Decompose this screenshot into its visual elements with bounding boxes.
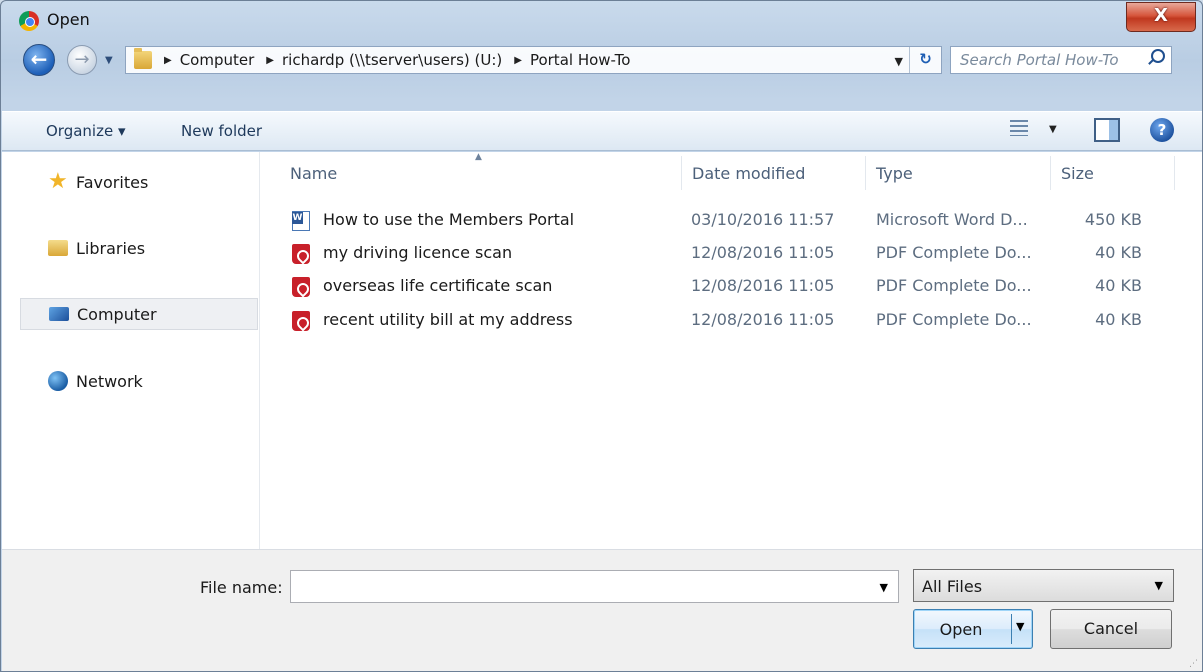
- sidebar-item-label: Libraries: [76, 238, 146, 258]
- column-header-type[interactable]: Type: [876, 164, 913, 183]
- column-divider[interactable]: [1174, 156, 1175, 190]
- file-name: overseas life certificate scan: [323, 276, 553, 295]
- file-type: PDF Complete Do...: [876, 276, 1032, 295]
- address-bar[interactable]: ▶ Computer ▶ richardp (\\tserver\users) …: [125, 46, 942, 74]
- breadcrumb-computer[interactable]: Computer: [180, 51, 255, 69]
- back-button[interactable]: ←: [23, 44, 55, 76]
- dialog-title: Open: [47, 10, 90, 29]
- file-date: 12/08/2016 11:05: [691, 310, 835, 329]
- network-icon: [48, 371, 68, 391]
- view-options-dropdown-icon[interactable]: ▼: [1049, 124, 1057, 135]
- column-header-name[interactable]: Name: [290, 164, 337, 183]
- column-divider[interactable]: [865, 156, 866, 190]
- main-area: ★ Favorites Libraries Computer Network ▲…: [2, 152, 1202, 549]
- pdf-document-icon: [292, 277, 310, 297]
- breadcrumb-separator-icon[interactable]: ▶: [266, 55, 274, 66]
- file-type: PDF Complete Do...: [876, 310, 1032, 329]
- file-size: 450 KB: [1084, 210, 1142, 229]
- search-icon[interactable]: [1151, 49, 1165, 63]
- open-options-dropdown-icon[interactable]: ▼: [1016, 620, 1024, 633]
- file-name: recent utility bill at my address: [323, 310, 573, 329]
- open-dialog: Open X ← → ▼ ▶ Computer ▶ richardp (\\ts…: [0, 0, 1203, 672]
- sidebar-item-network[interactable]: Network: [20, 365, 258, 397]
- file-size: 40 KB: [1095, 243, 1142, 262]
- word-document-icon: [292, 211, 310, 231]
- sidebar-item-libraries[interactable]: Libraries: [20, 232, 258, 264]
- preview-pane-icon[interactable]: [1094, 118, 1120, 142]
- folder-icon: [134, 48, 152, 69]
- file-date: 12/08/2016 11:05: [691, 276, 835, 295]
- file-row[interactable]: recent utility bill at my address 12/08/…: [292, 306, 1172, 336]
- split-divider: [1011, 614, 1012, 644]
- file-name-panel: File name: ▼ All Files ▼ Open ▼ Cancel ⋰: [2, 549, 1202, 671]
- address-row: ← → ▼ ▶ Computer ▶ richardp (\\tserver\u…: [1, 41, 1202, 77]
- file-name-input[interactable]: ▼: [290, 570, 899, 603]
- close-button[interactable]: X: [1126, 2, 1196, 32]
- breadcrumb-separator-icon[interactable]: ▶: [164, 55, 172, 66]
- computer-icon: [49, 307, 69, 321]
- forward-button[interactable]: →: [67, 45, 97, 75]
- column-divider[interactable]: [1050, 156, 1051, 190]
- sidebar-item-label: Network: [76, 371, 143, 391]
- file-row[interactable]: my driving licence scan 12/08/2016 11:05…: [292, 239, 1172, 269]
- title-bar: Open X: [1, 1, 1202, 41]
- open-button[interactable]: Open ▼: [913, 609, 1033, 649]
- navigation-pane: ★ Favorites Libraries Computer Network: [2, 152, 260, 549]
- chrome-app-icon: [19, 11, 39, 31]
- file-size: 40 KB: [1095, 310, 1142, 329]
- breadcrumb-drive[interactable]: richardp (\\tserver\users) (U:): [282, 51, 502, 69]
- search-input[interactable]: Search Portal How-To: [950, 46, 1172, 74]
- recent-locations-dropdown[interactable]: ▼: [105, 55, 113, 66]
- sidebar-item-favorites[interactable]: ★ Favorites: [20, 166, 258, 198]
- change-view-icon[interactable]: [1010, 120, 1028, 136]
- open-button-label: Open: [939, 620, 983, 639]
- file-name: my driving licence scan: [323, 243, 513, 262]
- sidebar-item-label: Computer: [77, 304, 157, 324]
- sidebar-item-label: Favorites: [76, 172, 149, 192]
- breadcrumb-separator-icon[interactable]: ▶: [514, 55, 522, 66]
- file-date: 03/10/2016 11:57: [691, 210, 835, 229]
- organize-button[interactable]: Organize ▾: [46, 122, 126, 140]
- file-name-label: File name:: [200, 578, 283, 597]
- file-name: How to use the Members Portal: [323, 210, 575, 229]
- file-size: 40 KB: [1095, 276, 1142, 295]
- file-list: ▲ Name Date modified Type Size How to us…: [262, 152, 1202, 549]
- refresh-icon[interactable]: ↻: [909, 47, 941, 73]
- star-icon: ★: [48, 169, 68, 194]
- file-type: PDF Complete Do...: [876, 243, 1032, 262]
- help-icon[interactable]: ?: [1150, 118, 1174, 142]
- address-history-dropdown-icon[interactable]: ▼: [895, 55, 903, 68]
- command-toolbar: Organize ▾ New folder ▼ ?: [2, 111, 1202, 151]
- sort-ascending-icon: ▲: [475, 152, 482, 162]
- libraries-icon: [48, 240, 68, 256]
- column-divider[interactable]: [681, 156, 682, 190]
- file-type-filter-value: All Files: [922, 577, 983, 596]
- resize-grip-icon[interactable]: ⋰: [1189, 659, 1198, 669]
- new-folder-button[interactable]: New folder: [181, 122, 262, 140]
- file-name-dropdown-icon[interactable]: ▼: [880, 581, 888, 594]
- column-header-date-modified[interactable]: Date modified: [692, 164, 805, 183]
- file-row[interactable]: overseas life certificate scan 12/08/201…: [292, 272, 1172, 302]
- file-row[interactable]: How to use the Members Portal 03/10/2016…: [292, 206, 1172, 236]
- column-header-size[interactable]: Size: [1061, 164, 1094, 183]
- file-type: Microsoft Word D...: [876, 210, 1028, 229]
- file-type-filter-select[interactable]: All Files ▼: [913, 569, 1174, 602]
- pdf-document-icon: [292, 244, 310, 264]
- chevron-down-icon: ▼: [1154, 579, 1163, 592]
- pdf-document-icon: [292, 311, 310, 331]
- breadcrumb-portal-how-to[interactable]: Portal How-To: [530, 51, 630, 69]
- search-placeholder: Search Portal How-To: [960, 51, 1119, 69]
- sidebar-item-computer[interactable]: Computer: [20, 298, 258, 330]
- file-date: 12/08/2016 11:05: [691, 243, 835, 262]
- cancel-button[interactable]: Cancel: [1050, 609, 1172, 649]
